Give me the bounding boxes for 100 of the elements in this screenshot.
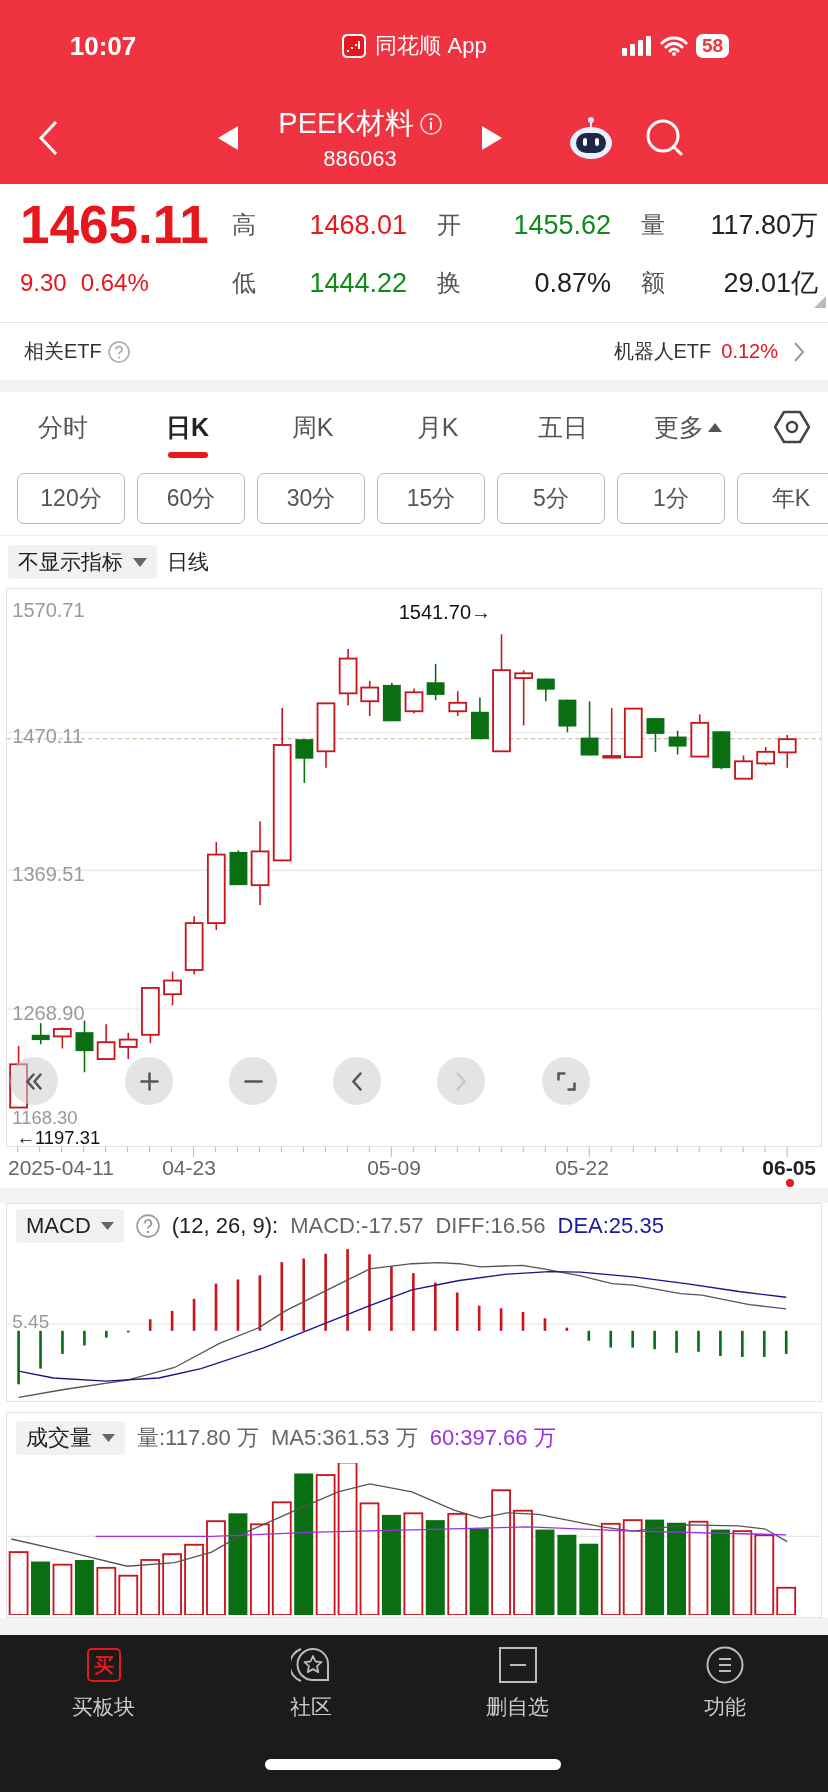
- candlestick: [360, 679, 380, 717]
- search-icon[interactable]: [645, 118, 685, 158]
- line-type-label: 日线: [167, 549, 209, 575]
- macd-bar: [236, 1279, 240, 1331]
- axis-label: 5.45: [12, 1310, 50, 1332]
- period-tab[interactable]: 周K: [250, 392, 375, 462]
- wifi-icon: [660, 36, 688, 56]
- macd-bar: [192, 1298, 196, 1331]
- menu-icon: [705, 1646, 744, 1684]
- etf-label: 相关ETF: [24, 339, 102, 364]
- macd-bar: [258, 1275, 262, 1331]
- candlestick: [75, 1019, 94, 1073]
- macd-value: MACD:-17.57: [290, 1213, 424, 1239]
- etf-name[interactable]: 机器人ETF: [613, 338, 712, 365]
- volume-bar: [184, 1543, 204, 1615]
- period-tab[interactable]: 分时: [0, 392, 125, 462]
- indicator-dropdown[interactable]: MACD: [16, 1209, 124, 1243]
- period-button[interactable]: 5分: [497, 473, 605, 524]
- volume-bar: [8, 1551, 29, 1615]
- period-button[interactable]: 120分: [17, 473, 125, 524]
- period-tab[interactable]: 五日: [500, 392, 625, 462]
- macd-bar: [17, 1330, 20, 1385]
- info-icon[interactable]: [419, 113, 442, 135]
- period-button[interactable]: 15分: [377, 473, 485, 524]
- period-button[interactable]: 30分: [257, 473, 365, 524]
- macd-bar: [587, 1330, 591, 1341]
- nav-item[interactable]: 功能: [621, 1635, 828, 1721]
- signal-icon: [622, 36, 652, 56]
- candlestick: [580, 700, 599, 757]
- rewind-icon: [26, 1072, 42, 1090]
- candlestick: [163, 970, 182, 1007]
- current-dot-icon: [786, 1179, 794, 1187]
- field-label: 高: [232, 210, 256, 240]
- volume-value: 量:117.80 万: [137, 1424, 259, 1452]
- candlestick: [184, 915, 204, 975]
- change-percent: 0.64%: [80, 268, 149, 298]
- candlestick: [756, 746, 775, 767]
- macd-bar: [390, 1266, 393, 1331]
- chevron-left-icon: [352, 1071, 362, 1091]
- battery-level: 58: [696, 34, 730, 58]
- next-icon[interactable]: [482, 126, 502, 150]
- macd-bar: [719, 1330, 722, 1356]
- date-label: 05-22: [555, 1156, 609, 1180]
- macd-bar: [609, 1330, 613, 1348]
- minus-icon: [498, 1647, 537, 1683]
- volume-bar: [118, 1574, 139, 1615]
- indicator-dropdown[interactable]: 成交量: [16, 1421, 125, 1455]
- chart-control-button[interactable]: [125, 1057, 173, 1105]
- nav-item[interactable]: 删自选: [414, 1635, 621, 1721]
- field-value: 0.87%: [534, 267, 611, 299]
- chart-control-button[interactable]: [333, 1057, 381, 1105]
- field-value: 117.80万: [710, 209, 818, 242]
- macd-bar: [653, 1330, 656, 1350]
- chart-control-button[interactable]: [10, 1057, 58, 1105]
- field-label: 低: [232, 268, 256, 298]
- period-tab[interactable]: 日K: [125, 392, 250, 462]
- back-icon[interactable]: [38, 120, 58, 156]
- buy-icon: 买: [86, 1648, 121, 1682]
- ma60-value: 60:397.66 万: [429, 1424, 556, 1452]
- volume-bar: [579, 1543, 599, 1615]
- macd-bar: [784, 1330, 788, 1354]
- period-button[interactable]: 年K: [737, 473, 828, 524]
- chart-control-button[interactable]: [229, 1057, 277, 1105]
- period-tab[interactable]: 月K: [375, 392, 500, 462]
- macd-bar: [741, 1330, 744, 1357]
- date-label: 06-05: [762, 1156, 816, 1180]
- macd-bar: [105, 1330, 108, 1338]
- caret-down-icon: [102, 1434, 115, 1442]
- macd-bar: [126, 1330, 130, 1333]
- help-icon[interactable]: [107, 340, 130, 363]
- high-price-marker: 1541.70→: [398, 600, 492, 623]
- nav-item[interactable]: 买 买板块: [0, 1635, 207, 1721]
- field-value: 1444.22: [309, 267, 407, 299]
- candlestick: [448, 690, 468, 717]
- period-tab[interactable]: 更多: [625, 392, 750, 462]
- chart-control-button[interactable]: [542, 1057, 590, 1105]
- robot-icon[interactable]: [568, 116, 614, 160]
- low-price-marker: ←1197.31: [16, 1126, 101, 1146]
- volume-bar: [162, 1553, 182, 1615]
- help-icon[interactable]: [135, 1214, 160, 1238]
- field-label: 额: [641, 268, 665, 298]
- macd-bar: [280, 1262, 284, 1331]
- candlestick: [623, 707, 643, 758]
- volume-bar: [96, 1566, 117, 1615]
- settings-icon[interactable]: [774, 410, 810, 444]
- period-button[interactable]: 1分: [617, 473, 725, 524]
- period-button[interactable]: 60分: [137, 473, 245, 524]
- candlestick: [53, 1026, 72, 1050]
- candlestick: [118, 1031, 138, 1060]
- macd-bar: [148, 1319, 152, 1331]
- indicator-dropdown[interactable]: 不显示指标: [8, 545, 157, 579]
- current-price: 1465.11: [20, 196, 210, 254]
- nav-item[interactable]: 社区: [207, 1635, 414, 1721]
- candlestick: [470, 696, 489, 740]
- previous-icon[interactable]: [218, 126, 238, 150]
- date-label: 04-23: [162, 1156, 216, 1180]
- candlestick: [316, 702, 336, 769]
- date-label: 05-09: [367, 1156, 421, 1180]
- candlestick: [426, 663, 445, 701]
- chevron-right-icon[interactable]: [792, 340, 806, 363]
